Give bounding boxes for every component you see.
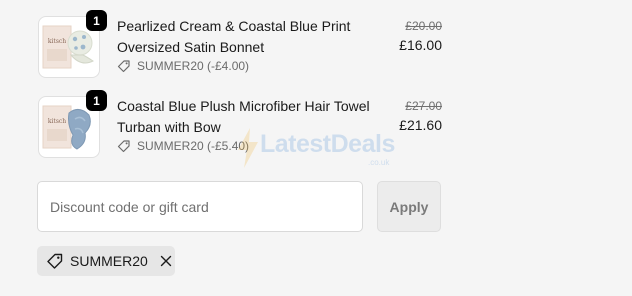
watermark-subtext: .co.uk (368, 158, 390, 167)
applied-discount-chip: SUMMER20 (37, 246, 175, 276)
discount-text: SUMMER20 (-£4.00) (137, 59, 250, 73)
apply-button[interactable]: Apply (377, 181, 441, 232)
discounted-price: £16.00 (399, 37, 442, 53)
item-discount: SUMMER20 (-£5.40) (117, 139, 249, 153)
discounted-price: £21.60 (399, 117, 442, 133)
price-block: £27.00 £21.60 (399, 98, 442, 136)
tag-icon (117, 60, 130, 73)
discount-text: SUMMER20 (-£5.40) (137, 139, 250, 153)
remove-discount-button[interactable] (160, 255, 172, 267)
tag-icon (117, 140, 130, 153)
tag-icon (47, 253, 63, 269)
item-discount: SUMMER20 (-£4.00) (117, 59, 249, 73)
cart-item: kitsch 1 Coastal Blue Plush Microfiber H… (38, 90, 442, 158)
thumb-brand-text: kitsch (48, 118, 66, 125)
quantity-badge: 1 (86, 90, 107, 111)
price-block: £20.00 £16.00 (399, 18, 442, 56)
applied-code-text: SUMMER20 (70, 253, 148, 269)
cart-item: kitsch 1 Pearlized Cream & Coastal Blue … (38, 10, 442, 78)
original-price: £27.00 (405, 99, 442, 113)
close-icon (160, 255, 171, 267)
thumb-brand-text: kitsch (48, 38, 66, 45)
discount-code-input[interactable] (37, 181, 363, 232)
quantity-badge: 1 (86, 10, 107, 31)
product-name: Pearlized Cream & Coastal Blue Print Ove… (117, 18, 351, 55)
original-price: £20.00 (405, 19, 442, 33)
product-name: Coastal Blue Plush Microfiber Hair Towel… (117, 98, 370, 135)
